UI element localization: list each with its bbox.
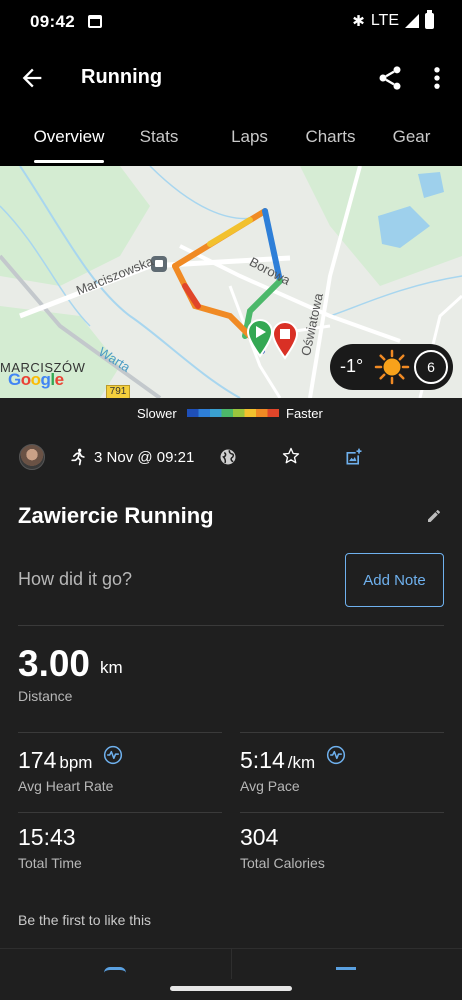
status-icons: ✱ LTE [352,10,434,30]
legend-color-swatch [233,409,245,417]
back-arrow-icon[interactable] [18,64,46,92]
legend-color-swatch [187,409,199,417]
distance-unit: km [100,658,123,677]
distance-value: 3.00 [18,643,91,684]
legend-color-swatch [210,409,222,417]
page-title: Running [81,66,163,88]
road-number-badge: 791 [106,385,130,398]
pace-unit: /km [287,753,316,772]
tab-gear[interactable]: Gear [371,110,452,166]
activity-date: 3 Nov @ 09:21 [94,449,195,466]
weather-temperature: -1° [340,356,364,376]
route-map[interactable]: Marciszowska Borowa Oświatowa Warta MARC… [0,166,462,398]
legend-slower-label: Slower [137,406,177,421]
bottom-separator [231,949,232,979]
tab-overview[interactable]: Overview [29,110,109,166]
heart-rate-unit: bpm [59,753,93,772]
bluetooth-icon: ✱ [352,13,365,30]
status-time: 09:42 [30,12,75,31]
status-bar: 09:42 ✱ LTE [0,0,462,46]
app-bar: Running [0,46,462,110]
legend-color-swatch [198,409,211,417]
total-time-label: Total Time [18,855,82,871]
legend-color-swatch [244,409,257,417]
divider [18,625,444,626]
total-time-stat: 15:43 Total Time [18,824,82,871]
total-time-value: 15:43 [18,824,76,850]
legend-color-swatch [221,409,234,417]
pace-value: 5:14 [240,747,285,773]
avg-pace-stat[interactable]: 5:14/km Avg Pace [240,745,346,794]
activity-title: Zawiercie Running [18,503,214,528]
pulse-icon [103,745,122,765]
home-indicator [170,986,292,991]
note-prompt: How did it go? [18,569,133,589]
signal-icon [405,14,419,28]
divider [240,812,444,813]
pace-color-scale [187,409,279,417]
running-icon [71,448,85,466]
legend-color-swatch [267,409,279,417]
activity-details: 3 Nov @ 09:21 Zawiercie Running How did … [0,428,462,1000]
share-icon[interactable] [376,64,404,92]
divider [18,812,222,813]
bottom-action-bar [0,948,462,1000]
divider [18,732,222,733]
avatar[interactable] [19,444,45,470]
comment-icon[interactable] [336,967,356,975]
total-calories-label: Total Calories [240,855,325,871]
pulse-icon [326,745,345,765]
add-photo-icon[interactable] [344,447,364,467]
heart-rate-value: 174 [18,747,57,773]
heart-rate-label: Avg Heart Rate [18,778,114,794]
google-logo: Google [8,370,64,389]
network-type: LTE [370,12,399,29]
distance-label: Distance [18,688,73,704]
likes-text[interactable]: Be the first to like this [18,912,151,928]
tab-laps[interactable]: Laps [209,110,290,166]
end-marker-icon [271,321,299,360]
star-icon[interactable] [281,446,301,466]
total-calories-stat: 304 Total Calories [240,824,325,871]
calendar-icon [88,15,102,28]
start-marker-icon [246,319,274,358]
battery-icon [425,10,434,29]
avg-heart-rate-stat[interactable]: 174 bpm Avg Heart Rate [18,745,123,794]
add-note-button[interactable]: Add Note [345,553,444,607]
activity-meta-row: 3 Nov @ 09:21 [0,444,462,474]
total-calories-value: 304 [240,824,279,850]
tab-charts[interactable]: Charts [290,110,371,166]
wind-speed-value: 6 [427,359,435,375]
edit-pencil-icon[interactable] [426,508,442,524]
like-icon[interactable] [104,967,126,975]
sun-icon [374,349,410,385]
globe-icon[interactable] [219,448,237,466]
divider [240,732,444,733]
wind-speed-dial: 6 [414,350,448,384]
tab-stats[interactable]: Stats [109,110,209,166]
more-vert-icon[interactable] [426,64,448,92]
legend-faster-label: Faster [286,406,323,421]
pace-label: Avg Pace [240,778,300,794]
tab-bar: Overview Stats Laps Charts Gear [0,110,462,166]
legend-color-swatch [256,409,268,417]
weather-widget: -1° 6 [330,344,453,390]
